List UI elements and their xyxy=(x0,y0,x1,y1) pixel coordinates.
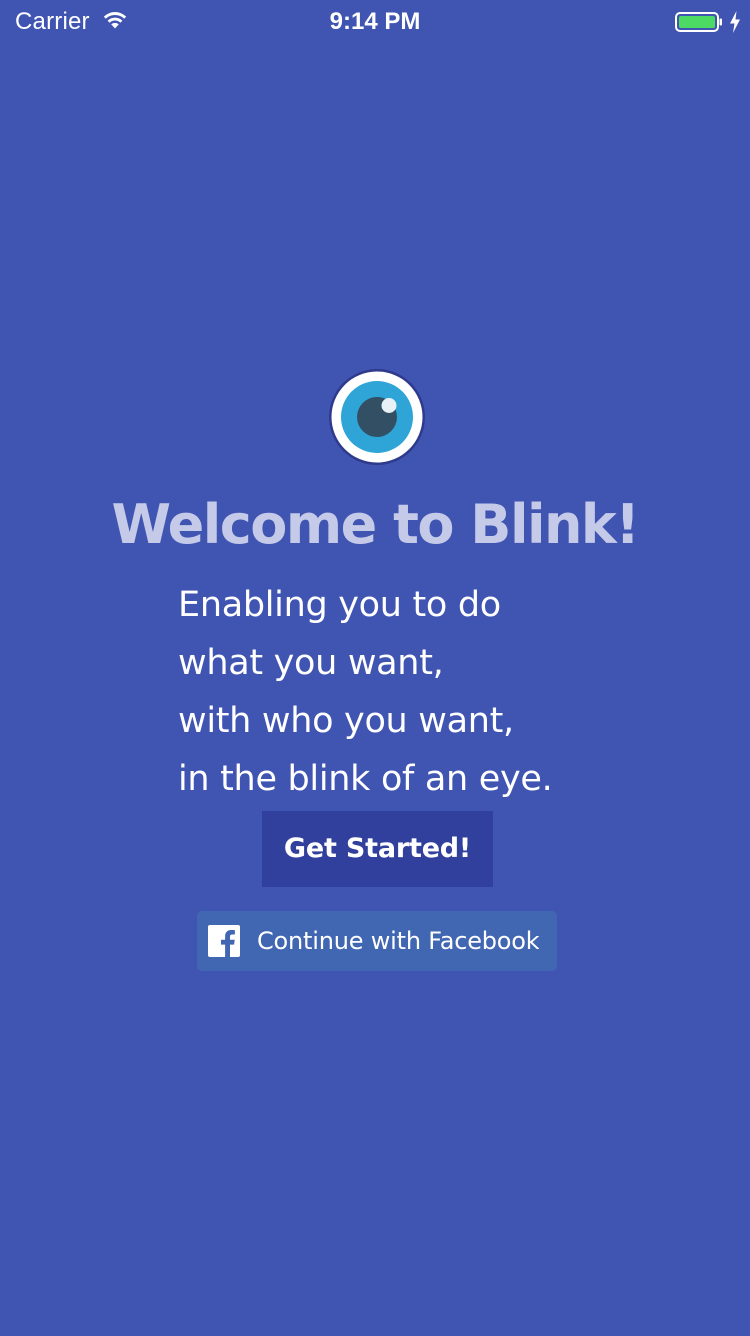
battery-icon xyxy=(675,12,722,32)
tagline-line: with who you want, xyxy=(178,701,514,741)
facebook-icon xyxy=(208,925,240,957)
status-time: 9:14 PM xyxy=(329,8,421,35)
status-bar: Carrier 9:14 PM xyxy=(0,0,750,44)
tagline-line: Enabling you to do xyxy=(178,585,501,625)
welcome-title: Welcome to Blink! xyxy=(111,493,640,556)
eye-icon xyxy=(329,369,425,465)
charging-icon xyxy=(730,11,740,33)
tagline-line: what you want, xyxy=(178,643,444,683)
facebook-button-label: Continue with Facebook xyxy=(257,927,539,955)
continue-with-facebook-button[interactable]: Continue with Facebook xyxy=(197,911,557,971)
tagline-line: in the blink of an eye. xyxy=(178,759,553,799)
welcome-screen: Carrier 9:14 PM Welcome to Blink! Enabli… xyxy=(0,0,750,1336)
tagline: Enabling you to do what you want, with w… xyxy=(178,576,658,808)
get-started-button[interactable]: Get Started! xyxy=(262,811,493,887)
